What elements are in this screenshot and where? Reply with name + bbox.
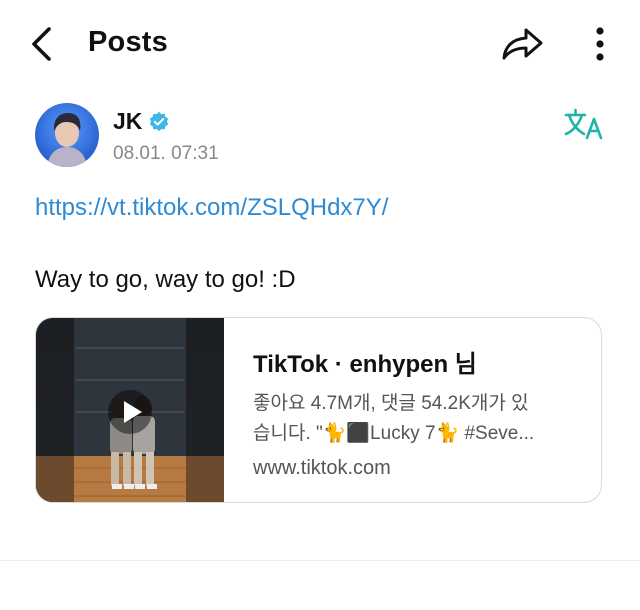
- link-preview-description-line: 좋아요 4.7M개, 댓글 54.2K개가 있: [253, 393, 529, 414]
- post-text: Way to go, way to go! :D: [35, 266, 296, 293]
- verified-badge-icon: [150, 111, 169, 131]
- more-vertical-icon: [596, 27, 604, 61]
- divider: [0, 560, 640, 561]
- translate-icon: [564, 108, 603, 140]
- post-timestamp: 08.01. 07:31: [113, 143, 219, 164]
- link-preview-description-line: 습니다. "🐈⬛Lucky 7🐈 #Seve...: [253, 423, 535, 444]
- page-title: Posts: [88, 26, 168, 58]
- share-button[interactable]: [498, 22, 546, 66]
- link-preview-domain: www.tiktok.com: [253, 457, 391, 479]
- link-preview-card[interactable]: TikTok · enhypen 님 좋아요 4.7M개, 댓글 54.2K개가…: [35, 317, 602, 503]
- back-button[interactable]: [24, 22, 58, 66]
- more-options-button[interactable]: [584, 20, 616, 68]
- link-preview-title: TikTok · enhypen 님: [253, 351, 477, 378]
- author-name[interactable]: JK: [113, 108, 142, 135]
- video-thumbnail[interactable]: [36, 318, 224, 502]
- author-row: JK: [113, 108, 170, 135]
- link-preview-body: TikTok · enhypen 님 좋아요 4.7M개, 댓글 54.2K개가…: [253, 344, 583, 480]
- share-icon: [502, 28, 543, 60]
- post-link[interactable]: https://vt.tiktok.com/ZSLQHdx7Y/: [35, 194, 388, 222]
- translate-button[interactable]: [562, 104, 608, 144]
- avatar-image: [35, 103, 99, 167]
- chevron-left-icon: [32, 27, 51, 61]
- app-header: Posts: [0, 0, 640, 90]
- avatar[interactable]: [35, 103, 99, 167]
- play-icon[interactable]: [106, 388, 154, 436]
- link-preview-description: 좋아요 4.7M개, 댓글 54.2K개가 있 습니다. "🐈⬛Lucky 7🐈…: [253, 389, 583, 449]
